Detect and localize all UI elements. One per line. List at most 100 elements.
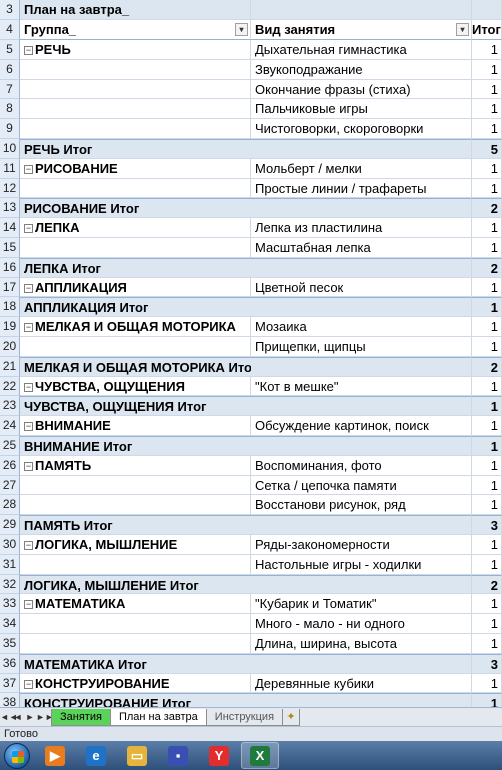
empty-cell[interactable] bbox=[251, 515, 472, 535]
empty-cell[interactable] bbox=[251, 693, 472, 707]
count-cell[interactable]: 1 bbox=[472, 416, 502, 436]
prev-sheet-nav-icon[interactable]: ◄ bbox=[12, 709, 24, 726]
subtotal-label[interactable]: АППЛИКАЦИЯ Итог bbox=[20, 297, 251, 318]
empty-cell[interactable] bbox=[20, 634, 251, 654]
row-number[interactable]: 3 bbox=[0, 0, 20, 20]
subtotal-value[interactable]: 2 bbox=[472, 574, 502, 595]
subtotal-label[interactable]: МАТЕМАТИКА Итог bbox=[20, 653, 251, 674]
subtotal-value[interactable]: 1 bbox=[472, 693, 502, 707]
subtotal-label[interactable]: МЕЛКАЯ И ОБЩАЯ МОТОРИКА Итог bbox=[20, 356, 251, 377]
count-cell[interactable]: 1 bbox=[472, 594, 502, 615]
row-number[interactable]: 34 bbox=[0, 614, 20, 634]
subtotal-label[interactable]: КОНСТРУИРОВАНИЕ Итог bbox=[20, 693, 251, 707]
empty-cell[interactable] bbox=[20, 495, 251, 516]
row-number[interactable]: 19 bbox=[0, 317, 20, 337]
yandex-browser-taskbar-button[interactable]: Y bbox=[200, 742, 238, 769]
subtotal-label[interactable]: РИСОВАНИЕ Итог bbox=[20, 198, 251, 219]
count-cell[interactable]: 1 bbox=[472, 79, 502, 100]
count-cell[interactable]: 1 bbox=[472, 475, 502, 496]
group-cell[interactable]: − КОНСТРУИРОВАНИЕ bbox=[20, 673, 251, 694]
subtotal-value[interactable]: 2 bbox=[472, 198, 502, 219]
row-number[interactable]: 18 bbox=[0, 297, 20, 318]
row-number[interactable]: 38 bbox=[0, 693, 20, 707]
empty-cell[interactable] bbox=[20, 99, 251, 120]
last-sheet-nav-icon[interactable]: ►► bbox=[36, 709, 54, 726]
group-cell[interactable]: − ЛЕПКА bbox=[20, 218, 251, 238]
group-cell[interactable]: − ВНИМАНИЕ bbox=[20, 416, 251, 436]
explorer-folder-taskbar-button[interactable]: ▭ bbox=[118, 742, 156, 769]
row-number[interactable]: 20 bbox=[0, 337, 20, 357]
subtotal-value[interactable]: 1 bbox=[472, 436, 502, 456]
activity-cell[interactable]: Пальчиковые игры bbox=[251, 99, 472, 120]
group-cell[interactable]: − ЛОГИКА, МЫШЛЕНИЕ bbox=[20, 535, 251, 555]
row-number[interactable]: 7 bbox=[0, 79, 20, 100]
empty-cell[interactable] bbox=[251, 198, 472, 219]
subtotal-label[interactable]: ЛОГИКА, МЫШЛЕНИЕ Итог bbox=[20, 574, 251, 595]
spreadsheet-grid[interactable]: 3 План на завтра_ 4 Группа_ ▾ Вид заняти… bbox=[0, 0, 502, 707]
collapse-group-icon[interactable]: − bbox=[24, 283, 33, 293]
row-number[interactable]: 33 bbox=[0, 594, 20, 615]
activity-cell[interactable]: Много - мало - ни одного bbox=[251, 614, 472, 634]
activity-filter-active-icon[interactable]: ▾ bbox=[456, 23, 469, 36]
count-cell[interactable]: 1 bbox=[472, 554, 502, 575]
subtotal-label[interactable]: ЛЕПКА Итог bbox=[20, 257, 251, 278]
activity-cell[interactable]: Сетка / цепочка памяти bbox=[251, 475, 472, 496]
subtotal-value[interactable]: 3 bbox=[472, 653, 502, 674]
count-cell[interactable]: 1 bbox=[472, 317, 502, 337]
count-cell[interactable]: 1 bbox=[472, 59, 502, 80]
activity-cell[interactable]: Ряды-закономерности bbox=[251, 535, 472, 555]
group-filter-dropdown-icon[interactable]: ▾ bbox=[235, 23, 248, 36]
subtotal-label[interactable]: ПАМЯТЬ Итог bbox=[20, 515, 251, 535]
count-cell[interactable]: 1 bbox=[472, 455, 502, 476]
group-column-header[interactable]: Группа_ ▾ bbox=[20, 20, 251, 40]
excel-taskbar-button[interactable]: X bbox=[241, 742, 279, 769]
row-number[interactable]: 10 bbox=[0, 139, 20, 159]
count-cell[interactable]: 1 bbox=[472, 218, 502, 238]
activity-cell[interactable]: Цветной песок bbox=[251, 277, 472, 298]
empty-cell[interactable] bbox=[251, 297, 472, 318]
activity-cell[interactable]: "Кот в мешке" bbox=[251, 376, 472, 397]
group-cell[interactable]: − МАТЕМАТИКА bbox=[20, 594, 251, 615]
activity-cell[interactable]: Мольберт / мелки bbox=[251, 158, 472, 179]
count-cell[interactable]: 1 bbox=[472, 376, 502, 397]
count-cell[interactable]: 1 bbox=[472, 634, 502, 654]
activity-cell[interactable]: Звукоподражание bbox=[251, 59, 472, 80]
insert-sheet-icon[interactable]: ✦ bbox=[282, 709, 301, 726]
row-number[interactable]: 32 bbox=[0, 574, 20, 595]
activity-cell[interactable]: Окончание фразы (стиха) bbox=[251, 79, 472, 100]
empty-cell[interactable] bbox=[20, 337, 251, 357]
collapse-group-icon[interactable]: − bbox=[24, 461, 33, 471]
group-cell[interactable]: − РИСОВАНИЕ bbox=[20, 158, 251, 179]
collapse-group-icon[interactable]: − bbox=[24, 323, 33, 333]
tab-plan-na-zavtra[interactable]: План на завтра bbox=[109, 709, 207, 726]
count-cell[interactable]: 1 bbox=[472, 614, 502, 634]
empty-cell[interactable] bbox=[251, 436, 472, 456]
row-number[interactable]: 21 bbox=[0, 356, 20, 377]
empty-cell[interactable] bbox=[251, 257, 472, 278]
activity-cell[interactable]: "Кубарик и Томатик" bbox=[251, 594, 472, 615]
subtotal-value[interactable]: 1 bbox=[472, 396, 502, 417]
collapse-group-icon[interactable]: − bbox=[24, 422, 33, 432]
activity-cell[interactable]: Прищепки, щипцы bbox=[251, 337, 472, 357]
activity-cell[interactable]: Мозаика bbox=[251, 317, 472, 337]
subtotal-label[interactable]: РЕЧЬ Итог bbox=[20, 139, 251, 159]
row-number[interactable]: 28 bbox=[0, 495, 20, 516]
empty-cell[interactable] bbox=[20, 238, 251, 258]
group-cell[interactable]: − ПАМЯТЬ bbox=[20, 455, 251, 476]
activity-cell[interactable]: Лепка из пластилина bbox=[251, 218, 472, 238]
activity-cell[interactable]: Длина, ширина, высота bbox=[251, 634, 472, 654]
collapse-group-icon[interactable]: − bbox=[24, 382, 33, 392]
row-number[interactable]: 15 bbox=[0, 238, 20, 258]
count-cell[interactable]: 1 bbox=[472, 495, 502, 516]
empty-cell[interactable] bbox=[20, 475, 251, 496]
first-sheet-nav-icon[interactable]: ◄◄ bbox=[0, 709, 18, 726]
collapse-group-icon[interactable]: − bbox=[24, 224, 33, 234]
empty-cell[interactable] bbox=[20, 614, 251, 634]
activity-cell[interactable]: Масштабная лепка bbox=[251, 238, 472, 258]
row-number[interactable]: 37 bbox=[0, 673, 20, 694]
subtotal-value[interactable]: 2 bbox=[472, 257, 502, 278]
row-number[interactable]: 27 bbox=[0, 475, 20, 496]
activity-cell[interactable]: Простые линии / трафареты bbox=[251, 178, 472, 199]
empty-cell[interactable] bbox=[251, 653, 472, 674]
row-number[interactable]: 4 bbox=[0, 20, 20, 40]
